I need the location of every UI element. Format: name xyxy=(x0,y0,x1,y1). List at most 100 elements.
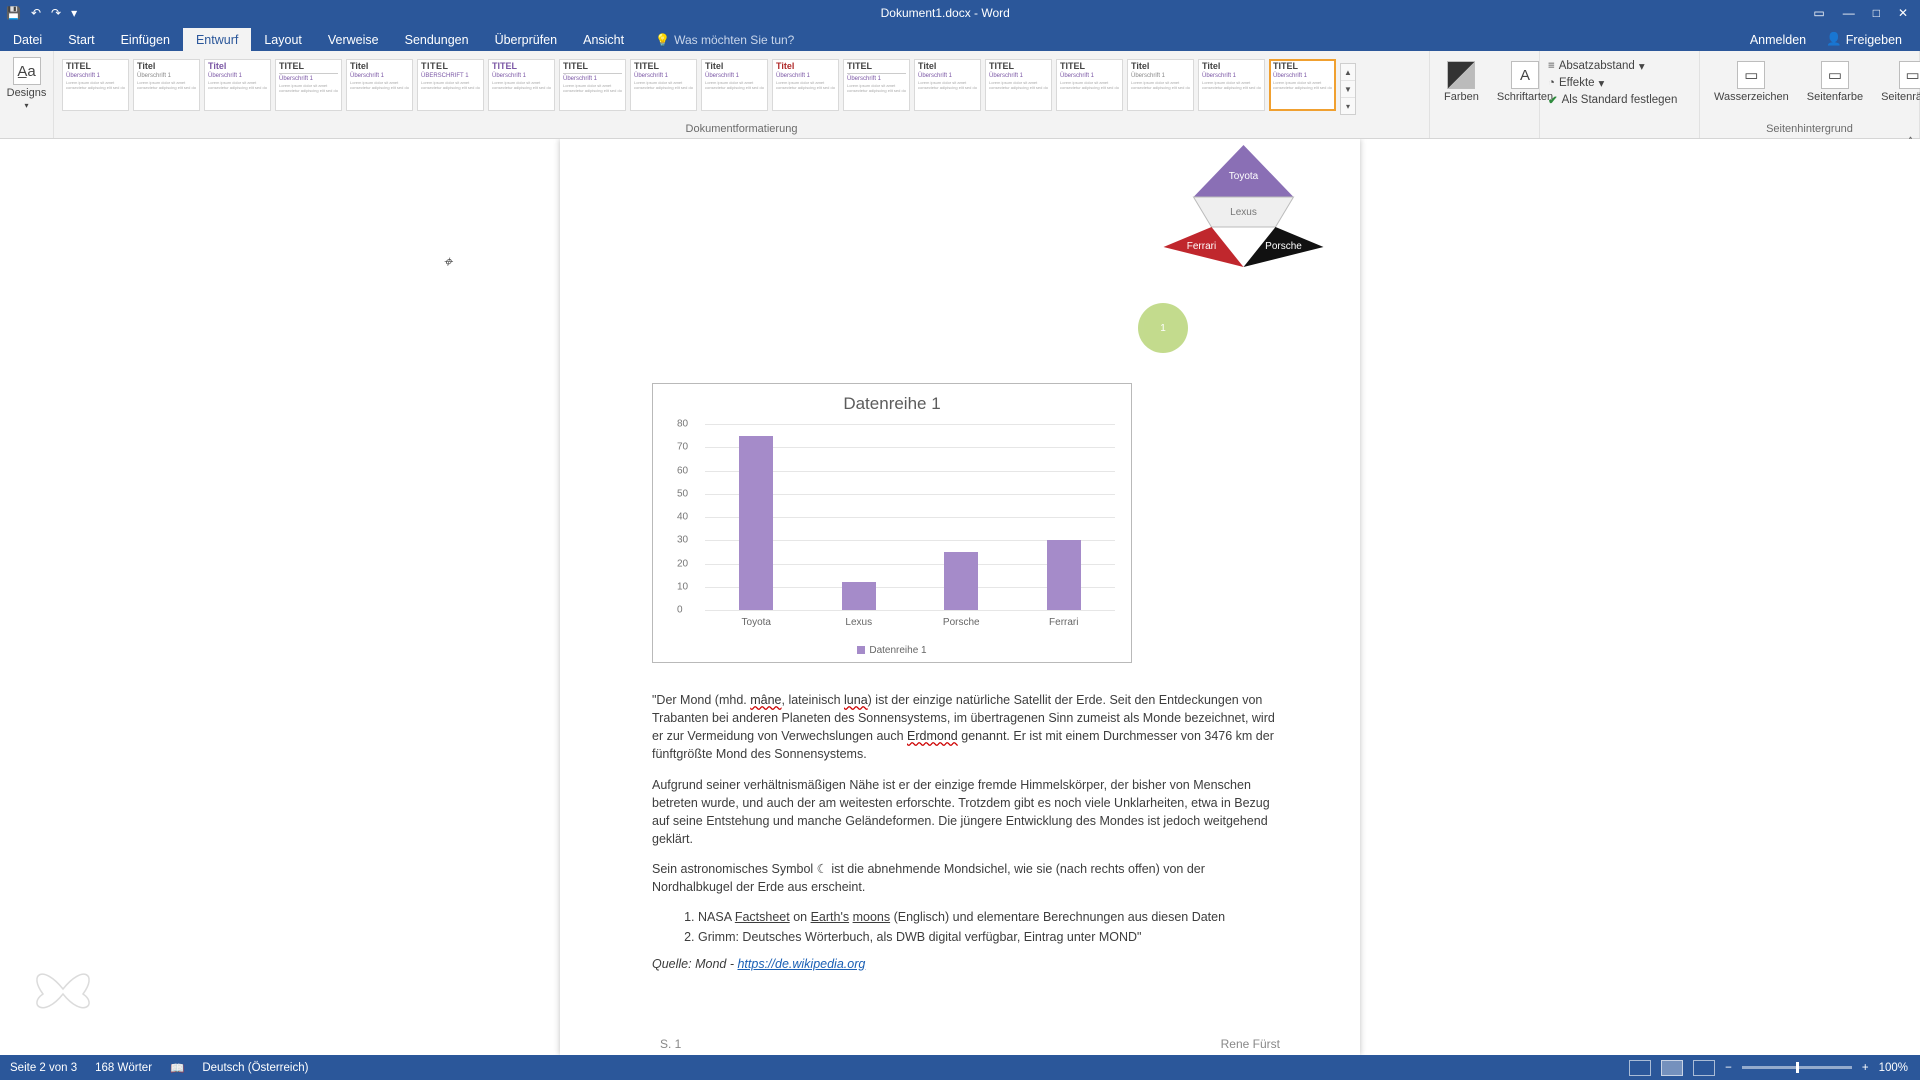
style-set-item[interactable]: TitelÜberschrift 1Lorem ipsum dolor sit … xyxy=(1198,59,1265,111)
style-set-item[interactable]: TitelÜberschrift 1Lorem ipsum dolor sit … xyxy=(133,59,200,111)
page-color-button[interactable]: ▭ Seitenfarbe xyxy=(1801,59,1869,105)
maximize-icon[interactable]: □ xyxy=(1873,6,1880,20)
pyramid-graphic: Toyota Lexus Ferrari Porsche xyxy=(1141,139,1346,269)
colors-button[interactable]: Farben xyxy=(1438,59,1485,105)
page-number: S. 1 xyxy=(660,1037,681,1051)
zoom-level[interactable]: 100% xyxy=(1879,1062,1908,1074)
minimize-icon[interactable]: — xyxy=(1843,6,1855,20)
fonts-icon: A xyxy=(1511,61,1539,89)
comment-marker[interactable]: 1 xyxy=(1138,303,1188,353)
sign-in-button[interactable]: Anmelden xyxy=(1750,32,1806,47)
status-language[interactable]: Deutsch (Österreich) xyxy=(202,1062,308,1074)
tab-start[interactable]: Start xyxy=(55,28,107,51)
view-print-layout[interactable] xyxy=(1661,1060,1683,1076)
watermark-button[interactable]: ▭ Wasserzeichen xyxy=(1708,59,1795,105)
proofing-icon[interactable]: 📖 xyxy=(170,1061,184,1075)
chart-x-label: Ferrari xyxy=(1049,617,1078,628)
chart-bar xyxy=(944,552,978,610)
style-set-gallery[interactable]: TITELÜberschrift 1Lorem ipsum dolor sit … xyxy=(62,55,1421,115)
window-title: Dokument1.docx - Word xyxy=(77,6,1813,20)
designs-icon: A̲a xyxy=(13,57,41,85)
chart-legend: Datenreihe 1 xyxy=(653,645,1131,656)
window-controls: ▭ — □ ✕ xyxy=(1813,6,1920,20)
tell-me-placeholder: Was möchten Sie tun? xyxy=(674,33,794,47)
text-cursor-icon: ⌖ xyxy=(443,254,452,272)
status-word-count[interactable]: 168 Wörter xyxy=(95,1062,152,1074)
quick-access-toolbar: 💾 ↶ ↷ ▾ xyxy=(0,6,77,20)
ribbon-tabs: Datei Start Einfügen Entwurf Layout Verw… xyxy=(0,26,1920,51)
status-bar: Seite 2 von 3 168 Wörter 📖 Deutsch (Öste… xyxy=(0,1055,1920,1080)
share-icon: 👤 xyxy=(1826,32,1842,47)
source-link[interactable]: https://de.wikipedia.org xyxy=(737,957,865,971)
chart-x-label: Porsche xyxy=(943,617,980,628)
style-set-item[interactable]: TitelÜberschrift 1Lorem ipsum dolor sit … xyxy=(204,59,271,111)
view-read-mode[interactable] xyxy=(1629,1060,1651,1076)
effects-button[interactable]: ◔ Effekte ▾ xyxy=(1548,76,1691,90)
undo-icon[interactable]: ↶ xyxy=(31,6,41,20)
page-owner: Rene Fürst xyxy=(1221,1037,1280,1051)
page-borders-icon: ▭ xyxy=(1899,61,1920,89)
tab-sendungen[interactable]: Sendungen xyxy=(392,28,482,51)
tab-datei[interactable]: Datei xyxy=(0,28,55,51)
style-set-item[interactable]: TITELÜberschrift 1Lorem ipsum dolor sit … xyxy=(559,59,626,111)
watermark-icon: ▭ xyxy=(1737,61,1765,89)
document-area[interactable]: ⌖ 1 Toyota Lexus Ferrari Porsche Datenre… xyxy=(0,139,1920,1055)
list-item: NASA Factsheet on Earth's moons (Englisc… xyxy=(698,908,1277,926)
page-color-icon: ▭ xyxy=(1821,61,1849,89)
butterfly-icon xyxy=(28,959,98,1019)
style-set-item[interactable]: TITELÜberschrift 1Lorem ipsum dolor sit … xyxy=(630,59,697,111)
tab-ansicht[interactable]: Ansicht xyxy=(570,28,637,51)
gallery-scroll[interactable]: ▲▼▾ xyxy=(1340,63,1356,115)
style-set-item[interactable]: TITELÜberschrift 1Lorem ipsum dolor sit … xyxy=(985,59,1052,111)
tab-ueberpruefen[interactable]: Überprüfen xyxy=(482,28,571,51)
set-as-default-button[interactable]: ✔ Als Standard festlegen xyxy=(1548,93,1691,107)
style-set-item[interactable]: TITELÜBERSCHRIFT 1Lorem ipsum dolor sit … xyxy=(417,59,484,111)
paragraph-1: "Der Mond (mhd. mâne, lateinisch luna) i… xyxy=(652,691,1277,764)
body-text[interactable]: "Der Mond (mhd. mâne, lateinisch luna) i… xyxy=(652,691,1277,985)
paragraph-spacing-button[interactable]: ≡ Absatzabstand ▾ xyxy=(1548,59,1691,73)
style-set-item[interactable]: TitelÜberschrift 1Lorem ipsum dolor sit … xyxy=(914,59,981,111)
source-line: Quelle: Mond - https://de.wikipedia.org xyxy=(652,955,1277,973)
style-set-item[interactable]: TitelÜberschrift 1Lorem ipsum dolor sit … xyxy=(346,59,413,111)
page-borders-button[interactable]: ▭ Seitenränder xyxy=(1875,59,1920,105)
save-icon[interactable]: 💾 xyxy=(6,6,21,20)
reference-list: NASA Factsheet on Earth's moons (Englisc… xyxy=(652,908,1277,946)
style-set-item[interactable]: TitelÜberschrift 1Lorem ipsum dolor sit … xyxy=(701,59,768,111)
style-set-item[interactable]: TITELÜberschrift 1Lorem ipsum dolor sit … xyxy=(488,59,555,111)
page: 1 Toyota Lexus Ferrari Porsche Datenreih… xyxy=(560,139,1360,1055)
style-set-item[interactable]: TITELÜberschrift 1Lorem ipsum dolor sit … xyxy=(62,59,129,111)
tab-entwurf[interactable]: Entwurf xyxy=(183,28,251,51)
chart-bar xyxy=(1047,540,1081,610)
tell-me-search[interactable]: 💡 Was möchten Sie tun? xyxy=(655,33,794,51)
zoom-out-icon[interactable]: − xyxy=(1725,1062,1732,1074)
tab-einfuegen[interactable]: Einfügen xyxy=(108,28,183,51)
tab-verweise[interactable]: Verweise xyxy=(315,28,392,51)
style-set-item[interactable]: TITELÜberschrift 1Lorem ipsum dolor sit … xyxy=(843,59,910,111)
chart-bar xyxy=(842,582,876,610)
status-page[interactable]: Seite 2 von 3 xyxy=(10,1062,77,1074)
share-button[interactable]: 👤Freigeben xyxy=(1826,32,1902,47)
ribbon-options-icon[interactable]: ▭ xyxy=(1813,6,1824,20)
style-set-item[interactable]: TitelÜberschrift 1Lorem ipsum dolor sit … xyxy=(772,59,839,111)
redo-icon[interactable]: ↷ xyxy=(51,6,61,20)
zoom-slider[interactable] xyxy=(1742,1066,1852,1069)
svg-text:Toyota: Toyota xyxy=(1229,171,1259,182)
paragraph-3: Sein astronomisches Symbol ☾ ist die abn… xyxy=(652,860,1277,896)
close-icon[interactable]: ✕ xyxy=(1898,6,1908,20)
style-set-item[interactable]: TITELÜberschrift 1Lorem ipsum dolor sit … xyxy=(275,59,342,111)
bar-chart[interactable]: Datenreihe 1 01020304050607080ToyotaLexu… xyxy=(652,383,1132,663)
style-set-item[interactable]: TITELÜberschrift 1Lorem ipsum dolor sit … xyxy=(1056,59,1123,111)
colors-icon xyxy=(1447,61,1475,89)
chart-title: Datenreihe 1 xyxy=(653,384,1131,420)
chart-x-label: Toyota xyxy=(742,617,771,628)
designs-button[interactable]: A̲a Designs▾ xyxy=(8,55,45,112)
list-item: Grimm: Deutsches Wörterbuch, als DWB dig… xyxy=(698,928,1277,946)
tab-layout[interactable]: Layout xyxy=(251,28,315,51)
style-set-item[interactable]: TITELÜberschrift 1Lorem ipsum dolor sit … xyxy=(1269,59,1336,111)
view-web-layout[interactable] xyxy=(1693,1060,1715,1076)
chart-bar xyxy=(739,436,773,610)
lightbulb-icon: 💡 xyxy=(655,33,670,47)
style-set-item[interactable]: TitelÜberschrift 1Lorem ipsum dolor sit … xyxy=(1127,59,1194,111)
svg-text:Ferrari: Ferrari xyxy=(1187,241,1216,252)
zoom-in-icon[interactable]: + xyxy=(1862,1062,1869,1074)
